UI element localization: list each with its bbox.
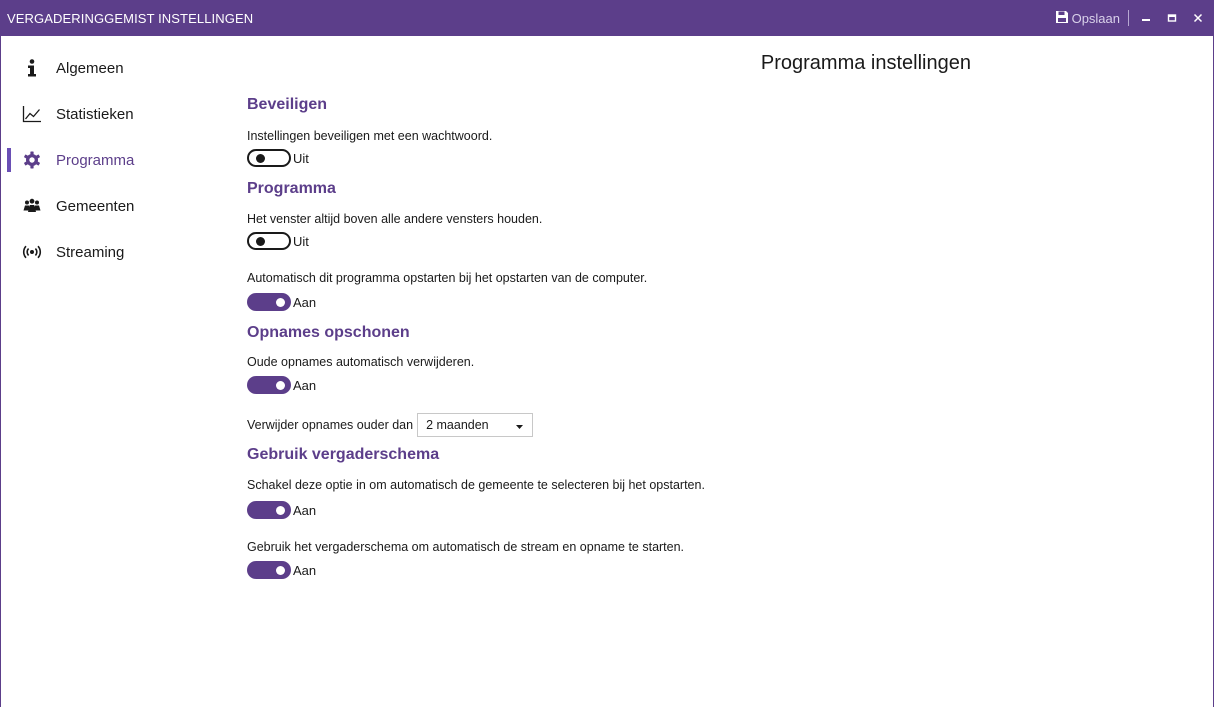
title-bar-divider bbox=[1128, 10, 1129, 26]
save-button-label: Opslaan bbox=[1071, 10, 1120, 26]
gear-icon bbox=[22, 150, 42, 170]
sidebar-item-label: Programma bbox=[56, 151, 135, 169]
toggle-state-label: Aan bbox=[293, 294, 317, 310]
section-title-opnames-opschonen: Opnames opschonen bbox=[247, 324, 410, 341]
group-icon bbox=[22, 196, 42, 216]
section-title-vergaderschema: Gebruik vergaderschema bbox=[247, 446, 440, 463]
retention-label: Verwijder opnames ouder dan bbox=[247, 418, 414, 432]
floppy-disk-icon bbox=[1055, 10, 1069, 27]
section-title-programma: Programma bbox=[247, 180, 336, 197]
setting-description-always-on-top: Het venster altijd boven alle andere ven… bbox=[247, 212, 543, 226]
close-icon bbox=[1193, 13, 1203, 23]
section-title-beveiligen: Beveiligen bbox=[247, 96, 328, 113]
maximize-button[interactable] bbox=[1159, 0, 1185, 36]
broadcast-icon bbox=[22, 242, 42, 262]
sidebar-nav: Algemeen Statistieken Programma Gemeente… bbox=[1, 36, 231, 707]
toggle-knob bbox=[256, 237, 265, 246]
close-button[interactable] bbox=[1185, 0, 1211, 36]
auto-select-municipality-toggle[interactable]: Aan bbox=[247, 500, 316, 520]
setting-description-auto-stream: Gebruik het vergaderschema om automatisc… bbox=[247, 540, 685, 554]
always-on-top-toggle[interactable]: Uit bbox=[247, 231, 309, 251]
title-bar-actions: Opslaan bbox=[1051, 0, 1214, 36]
setting-description-auto-select-municipality: Schakel deze optie in om automatisch de … bbox=[247, 478, 705, 492]
minimize-icon bbox=[1141, 13, 1151, 23]
toggle-state-label: Aan bbox=[293, 562, 317, 578]
toggle-switch-on[interactable] bbox=[247, 561, 291, 579]
settings-window: VERGADERINGGEMIST INSTELLINGEN Opslaan A… bbox=[0, 0, 1214, 707]
sidebar-item-algemeen[interactable]: Algemeen bbox=[1, 52, 221, 84]
sidebar-item-statistieken[interactable]: Statistieken bbox=[1, 98, 221, 130]
toggle-switch-on[interactable] bbox=[247, 293, 291, 311]
toggle-knob bbox=[276, 566, 285, 575]
info-icon bbox=[22, 58, 42, 78]
caret-down-icon bbox=[516, 416, 524, 434]
setting-description-autostart: Automatisch dit programma opstarten bij … bbox=[247, 271, 648, 285]
toggle-knob bbox=[256, 154, 265, 163]
active-indicator bbox=[7, 148, 11, 172]
sidebar-item-label: Algemeen bbox=[56, 59, 124, 77]
page-title: Programma instellingen bbox=[760, 52, 971, 74]
toggle-knob bbox=[276, 298, 285, 307]
password-toggle[interactable]: Uit bbox=[247, 148, 309, 168]
sidebar-item-programma[interactable]: Programma bbox=[1, 144, 221, 176]
auto-stream-toggle[interactable]: Aan bbox=[247, 560, 316, 580]
auto-delete-toggle[interactable]: Aan bbox=[247, 375, 316, 395]
save-button[interactable]: Opslaan bbox=[1051, 0, 1126, 36]
toggle-knob bbox=[276, 381, 285, 390]
retention-dropdown[interactable]: 2 maanden bbox=[417, 413, 534, 437]
setting-description-password: Instellingen beveiligen met een wachtwoo… bbox=[247, 129, 493, 143]
autostart-toggle[interactable]: Aan bbox=[247, 292, 316, 312]
sidebar-item-streaming[interactable]: Streaming bbox=[1, 236, 221, 268]
toggle-state-label: Aan bbox=[293, 502, 317, 518]
title-bar[interactable]: VERGADERINGGEMIST INSTELLINGEN Opslaan bbox=[1, 0, 1214, 36]
toggle-switch-on[interactable] bbox=[247, 376, 291, 394]
toggle-switch-off[interactable] bbox=[247, 149, 291, 167]
minimize-button[interactable] bbox=[1133, 0, 1159, 36]
toggle-state-label: Uit bbox=[293, 150, 309, 166]
line-chart-icon bbox=[22, 104, 42, 124]
toggle-state-label: Aan bbox=[293, 377, 317, 393]
sidebar-item-label: Streaming bbox=[56, 243, 125, 261]
sidebar-item-gemeenten[interactable]: Gemeenten bbox=[1, 190, 221, 222]
toggle-switch-on[interactable] bbox=[247, 501, 291, 519]
toggle-state-label: Uit bbox=[293, 233, 309, 249]
sidebar-item-label: Statistieken bbox=[56, 105, 134, 123]
window-title: VERGADERINGGEMIST INSTELLINGEN bbox=[7, 11, 254, 26]
maximize-icon bbox=[1167, 13, 1177, 23]
toggle-knob bbox=[276, 506, 285, 515]
settings-panel: Programma instellingen Beveiligen Instel… bbox=[231, 36, 1214, 707]
retention-dropdown-value: 2 maanden bbox=[426, 418, 489, 432]
setting-description-auto-delete: Oude opnames automatisch verwijderen. bbox=[247, 355, 475, 369]
retention-setting: Verwijder opnames ouder dan 2 maanden bbox=[247, 413, 534, 437]
toggle-switch-off[interactable] bbox=[247, 232, 291, 250]
sidebar-item-label: Gemeenten bbox=[56, 197, 135, 215]
